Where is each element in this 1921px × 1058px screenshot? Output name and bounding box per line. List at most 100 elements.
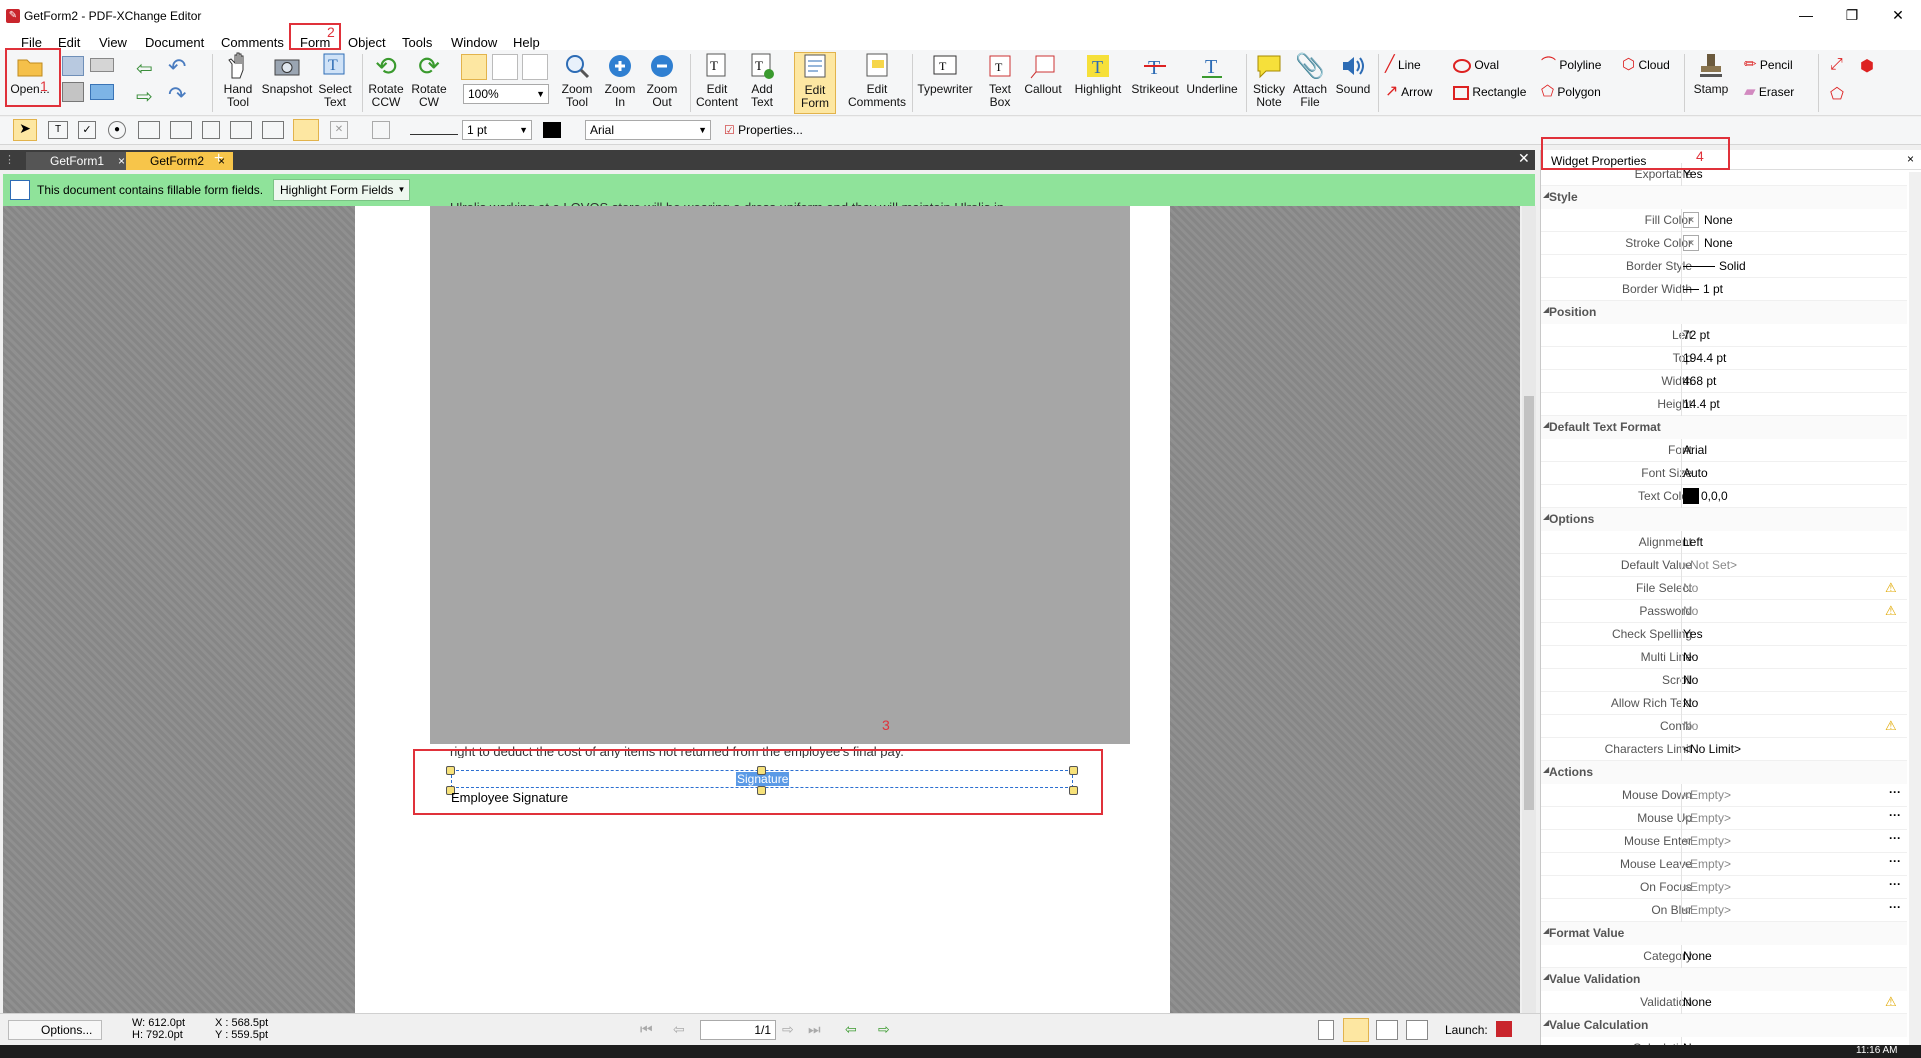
close-tab-icon[interactable]: × — [118, 154, 125, 168]
radio-button-icon[interactable]: ● — [108, 121, 126, 139]
property-row[interactable]: Allow Rich Text No — [1541, 692, 1907, 715]
property-row[interactable]: Category None — [1541, 945, 1907, 968]
property-value[interactable]: 72 pt — [1683, 328, 1710, 342]
collapse-icon[interactable]: ◢ — [1543, 420, 1549, 429]
menu-help[interactable]: Help — [513, 35, 540, 50]
property-row[interactable]: Mouse Leave <Empty> ··· — [1541, 853, 1907, 876]
collapse-icon[interactable]: ◢ — [1543, 1018, 1549, 1027]
fit-page-icon[interactable] — [492, 54, 518, 80]
vertical-scrollbar[interactable] — [1522, 206, 1536, 1013]
property-value[interactable]: <Empty> — [1683, 834, 1731, 848]
property-value[interactable]: 468 pt — [1683, 374, 1716, 388]
text-color-icon[interactable] — [543, 122, 561, 138]
more-icon[interactable]: ··· — [1889, 831, 1901, 845]
page-number-input[interactable]: 1/1 — [700, 1020, 776, 1040]
property-row[interactable]: Alignment Left — [1541, 531, 1907, 554]
zoom-tool-button[interactable]: Zoom Tool — [557, 52, 597, 114]
property-category[interactable]: Format Value ◢ — [1541, 922, 1907, 945]
restore-button[interactable]: ❐ — [1829, 0, 1875, 31]
stamp-button[interactable]: Stamp — [1690, 52, 1732, 114]
line-style-dropdown[interactable] — [410, 117, 458, 135]
facing-pages-icon[interactable] — [1376, 1020, 1398, 1040]
underline-button[interactable]: T Underline — [1183, 52, 1241, 114]
list-box-icon[interactable] — [138, 121, 160, 139]
rectangle-button[interactable]: Rectangle — [1453, 85, 1526, 100]
property-value[interactable]: Solid — [1719, 259, 1746, 273]
rotate-cw-button[interactable]: ⟳ Rotate CW — [409, 52, 449, 114]
property-value[interactable]: Auto — [1683, 466, 1708, 480]
property-row[interactable]: Password No ⚠ — [1541, 600, 1907, 623]
property-value[interactable]: <Empty> — [1683, 903, 1731, 917]
rotate-ccw-button[interactable]: ⟲ Rotate CCW — [366, 52, 406, 114]
panel-scrollbar[interactable] — [1909, 172, 1921, 1045]
property-category[interactable]: Position ◢ — [1541, 301, 1907, 324]
collapse-icon[interactable]: ◢ — [1543, 926, 1549, 935]
forward-arrow-icon[interactable]: ⇨ — [136, 84, 153, 109]
menu-view[interactable]: View — [99, 35, 127, 50]
hand-tool-button[interactable]: Hand Tool — [218, 52, 258, 114]
property-value[interactable]: None — [1683, 995, 1712, 1009]
property-value[interactable]: No — [1683, 650, 1698, 664]
more-icon[interactable]: ··· — [1889, 808, 1901, 822]
scan-icon[interactable] — [90, 58, 114, 72]
zoom-in-button[interactable]: Zoom In — [600, 52, 640, 114]
property-row[interactable]: On Blur <Empty> ··· — [1541, 899, 1907, 922]
collapse-icon[interactable]: ◢ — [1543, 305, 1549, 314]
button-field-icon[interactable] — [202, 121, 220, 139]
menu-tools[interactable]: Tools — [402, 35, 432, 50]
polyline-button[interactable]: ⌒ Polyline — [1541, 57, 1601, 72]
polygon-button[interactable]: ⬠ Polygon — [1541, 84, 1601, 99]
more-icon[interactable]: ··· — [1889, 785, 1901, 799]
zoom-out-button[interactable]: Zoom Out — [642, 52, 682, 114]
menu-edit[interactable]: Edit — [58, 35, 80, 50]
property-row[interactable]: File Select No ⚠ — [1541, 577, 1907, 600]
property-row[interactable]: Height 14.4 pt — [1541, 393, 1907, 416]
property-row[interactable]: Comb No ⚠ — [1541, 715, 1907, 738]
combo-box-icon[interactable] — [170, 121, 192, 139]
line-button[interactable]: ╱ Line — [1385, 57, 1421, 73]
property-row[interactable]: Mouse Up <Empty> ··· — [1541, 807, 1907, 830]
property-value[interactable]: No — [1683, 673, 1698, 687]
property-row[interactable]: Stroke Color None ✕ — [1541, 232, 1907, 255]
property-row[interactable]: Border Style Solid — [1541, 255, 1907, 278]
perimeter-icon[interactable]: ⬠ — [1830, 84, 1844, 104]
property-value[interactable]: 194.4 pt — [1683, 351, 1726, 365]
property-value[interactable]: No — [1683, 696, 1698, 710]
property-category[interactable]: Style ◢ — [1541, 186, 1907, 209]
property-value[interactable]: <Empty> — [1683, 811, 1731, 825]
close-window-button[interactable]: ✕ — [1875, 0, 1921, 31]
attach-file-button[interactable]: 📎 Attach File — [1290, 52, 1330, 114]
options-button[interactable]: Options... — [8, 1020, 102, 1040]
property-value[interactable]: <Empty> — [1683, 880, 1731, 894]
property-row[interactable]: Validation None ⚠ — [1541, 991, 1907, 1014]
tab-getform1[interactable]: GetForm1 × — [26, 152, 134, 170]
area-icon[interactable]: ⬢ — [1860, 56, 1874, 76]
select-arrow-icon[interactable]: ➤ — [13, 119, 37, 141]
property-row[interactable]: Mouse Enter <Empty> ··· — [1541, 830, 1907, 853]
redo-icon[interactable]: ↷ — [168, 82, 186, 108]
property-category[interactable]: Value Calculation ◢ — [1541, 1014, 1907, 1037]
property-value[interactable]: <Not Set> — [1683, 558, 1737, 572]
continuous-facing-icon[interactable] — [1406, 1020, 1428, 1040]
property-row[interactable]: Default Value <Not Set> — [1541, 554, 1907, 577]
property-row[interactable]: Fill Color None ✕ — [1541, 209, 1907, 232]
property-category[interactable]: Value Validation ◢ — [1541, 968, 1907, 991]
text-box-button[interactable]: T Text Box — [980, 52, 1020, 114]
property-value[interactable]: <Empty> — [1683, 788, 1731, 802]
property-category[interactable]: Options ◢ — [1541, 508, 1907, 531]
property-value[interactable]: None — [1704, 236, 1733, 250]
property-value[interactable]: 14.4 pt — [1683, 397, 1720, 411]
menu-comments[interactable]: Comments — [221, 35, 284, 50]
property-row[interactable]: Border Width 1 pt — [1541, 278, 1907, 301]
prev-page-icon[interactable]: ⇦ — [673, 1021, 685, 1038]
zoom-level-dropdown[interactable]: 100% ▼ — [463, 84, 549, 104]
typewriter-button[interactable]: T Typewriter — [915, 52, 975, 114]
print-icon[interactable] — [62, 82, 84, 102]
menu-document[interactable]: Document — [145, 35, 204, 50]
property-row[interactable]: Width 468 pt — [1541, 370, 1907, 393]
first-page-icon[interactable]: ⏮ — [640, 1021, 653, 1038]
property-value[interactable]: No — [1683, 581, 1698, 595]
forward-view-icon[interactable]: ⇨ — [878, 1021, 890, 1038]
select-text-button[interactable]: T Select Text — [316, 52, 354, 114]
arrow-button[interactable]: ↗ Arrow — [1385, 84, 1432, 100]
